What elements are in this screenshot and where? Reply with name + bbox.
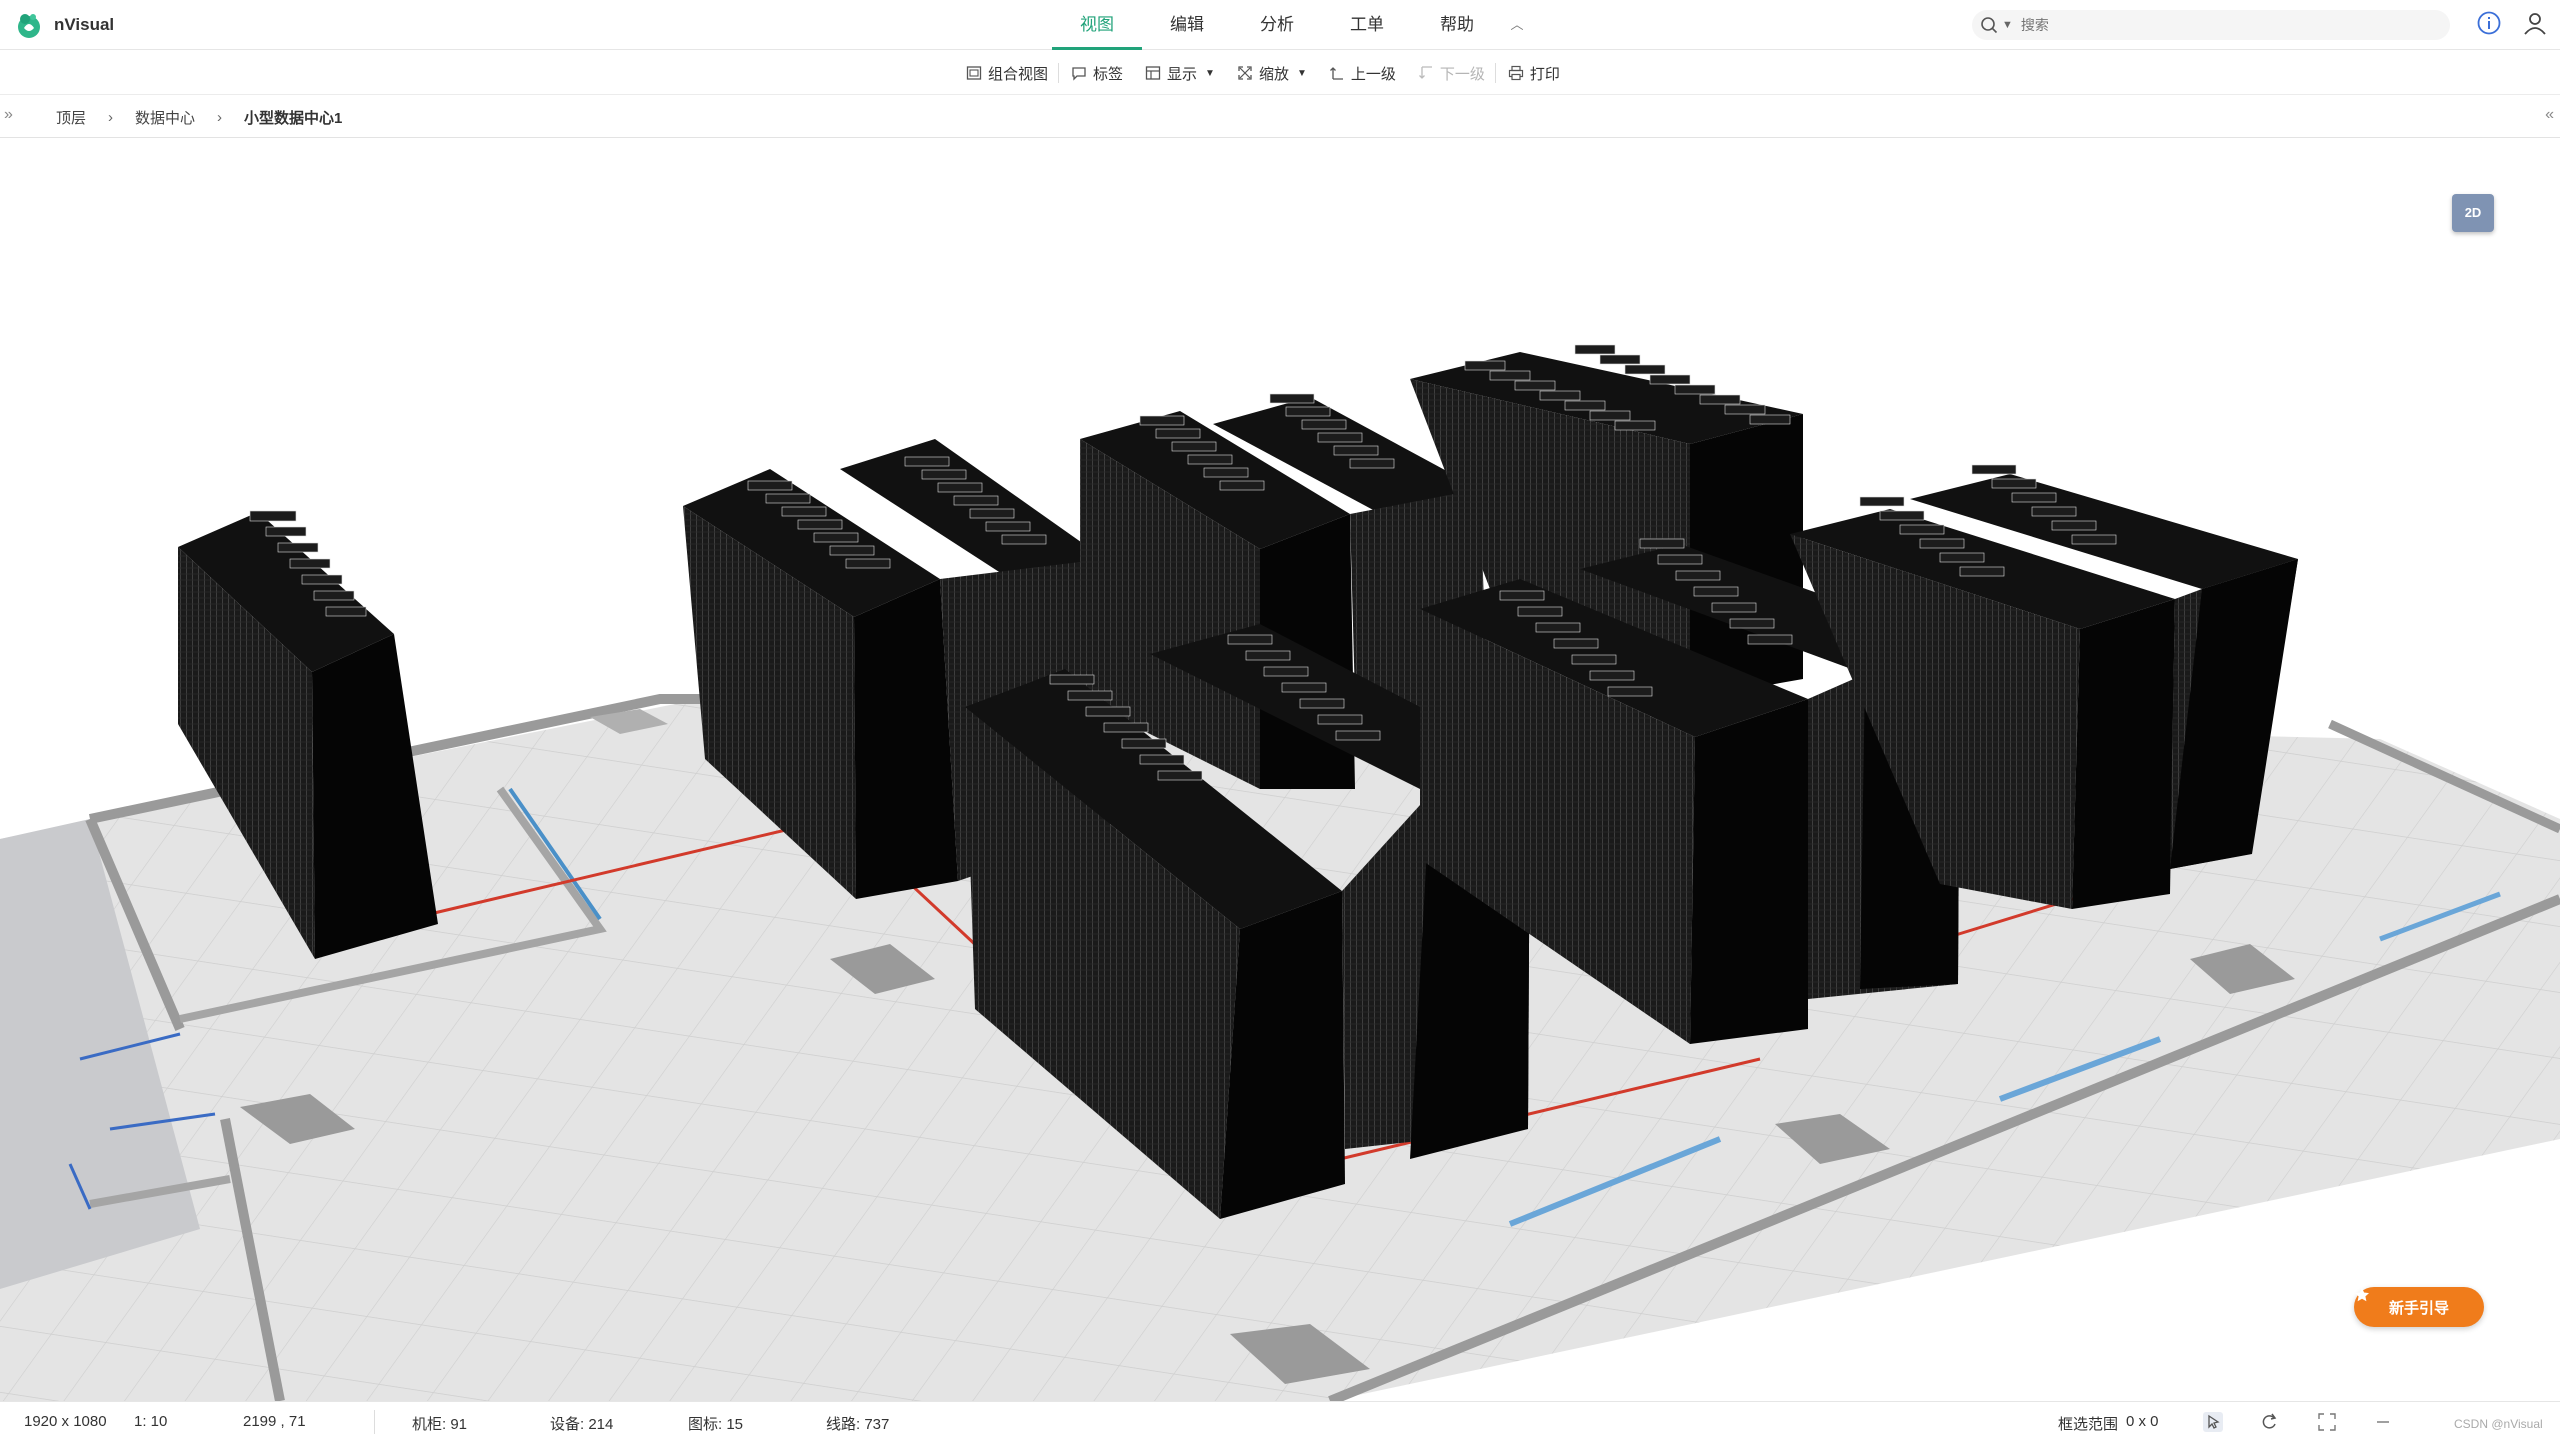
search-scope-chevron-icon[interactable]: ▼	[2002, 19, 2013, 31]
breadcrumb-item-datacenter[interactable]: 数据中心	[135, 107, 195, 128]
app-name: nVisual	[54, 15, 115, 34]
tab-analysis[interactable]: 分析	[1232, 0, 1322, 50]
3d-viewport[interactable]: 2D 新手引导	[0, 139, 2560, 1401]
zoom-label: 缩放	[1258, 65, 1289, 83]
beginner-guide-button[interactable]: 新手引导	[2354, 1287, 2484, 1327]
printer-icon	[1508, 65, 1524, 81]
selection-range-value: 0 x 0	[2126, 1413, 2159, 1430]
user-account-icon[interactable]	[2522, 10, 2548, 36]
rotate-icon[interactable]	[2258, 1411, 2280, 1433]
fullscreen-icon[interactable]	[2316, 1411, 2338, 1433]
expand-left-panel-icon[interactable]: »	[4, 106, 13, 124]
scale-ratio: 1: 10	[134, 1413, 168, 1430]
top-navigation-bar: nVisual 视图 编辑 分析 工单 帮助 ︿ ▼	[0, 0, 2560, 50]
star-icon	[2355, 1288, 2369, 1302]
breadcrumb: 顶层 › 数据中心 › 小型数据中心1	[56, 96, 342, 138]
toolbar-divider	[1494, 63, 1496, 83]
print-label: 打印	[1529, 65, 1560, 83]
display-label: 显示	[1167, 65, 1198, 83]
status-divider	[374, 1410, 375, 1434]
level-up-icon	[1329, 67, 1343, 80]
tab-help[interactable]: 帮助	[1412, 0, 1502, 50]
datacenter-3d-render[interactable]	[0, 139, 2560, 1401]
view-toolbar: 组合视图 标签 显示 ▼ 缩放 ▼ 上一级 下一级 打印	[0, 51, 2560, 95]
main-menu-tabs: 视图 编辑 分析 工单 帮助 ︿	[1052, 0, 1532, 50]
zoom-dropdown[interactable]: 缩放 ▼	[1237, 63, 1307, 84]
watermark: CSDN @nVisual	[2454, 1417, 2543, 1431]
zoom-out-icon[interactable]	[2372, 1411, 2394, 1433]
label-icon	[1072, 67, 1086, 81]
info-icon[interactable]	[2476, 10, 2502, 36]
search-input[interactable]	[2020, 17, 2401, 33]
tab-work-order[interactable]: 工单	[1322, 0, 1412, 50]
zoom-fit-icon	[1238, 66, 1252, 80]
tab-edit[interactable]: 编辑	[1142, 0, 1232, 50]
toggle-2d-view-button[interactable]: 2D	[2452, 194, 2494, 232]
up-level-button[interactable]: 上一级	[1329, 63, 1396, 84]
cursor-coordinates: 2199 , 71	[243, 1413, 306, 1430]
selection-range-label: 框选范围	[2058, 1416, 2119, 1433]
line-count: 线路: 737	[826, 1416, 890, 1433]
display-dropdown[interactable]: 显示 ▼	[1145, 63, 1215, 84]
canvas-resolution: 1920 x 1080	[24, 1413, 107, 1430]
beginner-guide-label: 新手引导	[2388, 1299, 2449, 1317]
breadcrumb-item-top[interactable]: 顶层	[56, 107, 86, 128]
device-count: 设备: 214	[550, 1416, 614, 1433]
display-icon	[1145, 66, 1161, 80]
down-level-button[interactable]: 下一级	[1418, 63, 1485, 84]
combo-view-button[interactable]: 组合视图	[966, 63, 1048, 84]
expand-right-panel-icon[interactable]: «	[2545, 106, 2554, 124]
breadcrumb-bar: » 顶层 › 数据中心 › 小型数据中心1 «	[0, 96, 2560, 138]
icon-count: 图标: 15	[688, 1416, 744, 1433]
collapse-menu-icon[interactable]: ︿	[1502, 0, 1532, 50]
status-bar: 1920 x 1080 1: 10 2199 , 71 机柜: 91 设备: 2…	[0, 1401, 2560, 1440]
label-button-label: 标签	[1093, 65, 1124, 83]
breadcrumb-separator-icon: ›	[217, 108, 223, 126]
search-box[interactable]: ▼	[1972, 10, 2450, 40]
combo-view-label: 组合视图	[988, 65, 1049, 83]
chevron-down-icon: ▼	[1296, 67, 1307, 79]
breadcrumb-item-current: 小型数据中心1	[244, 109, 343, 127]
app-logo[interactable]: nVisual	[14, 10, 114, 40]
toolbar-divider	[1058, 63, 1060, 83]
chevron-down-icon: ▼	[1205, 67, 1215, 79]
level-down-icon	[1418, 66, 1432, 79]
cabinet-count: 机柜: 91	[412, 1416, 468, 1433]
breadcrumb-separator-icon: ›	[108, 108, 114, 126]
up-level-label: 上一级	[1350, 65, 1396, 83]
select-cursor-icon[interactable]	[2202, 1411, 2224, 1433]
tab-view[interactable]: 视图	[1052, 0, 1142, 50]
search-icon	[1981, 17, 1998, 34]
combo-view-icon	[966, 66, 982, 80]
nvisual-logo-icon	[18, 14, 40, 38]
print-button[interactable]: 打印	[1508, 63, 1560, 84]
label-button[interactable]: 标签	[1071, 63, 1123, 84]
down-level-label: 下一级	[1439, 65, 1485, 83]
